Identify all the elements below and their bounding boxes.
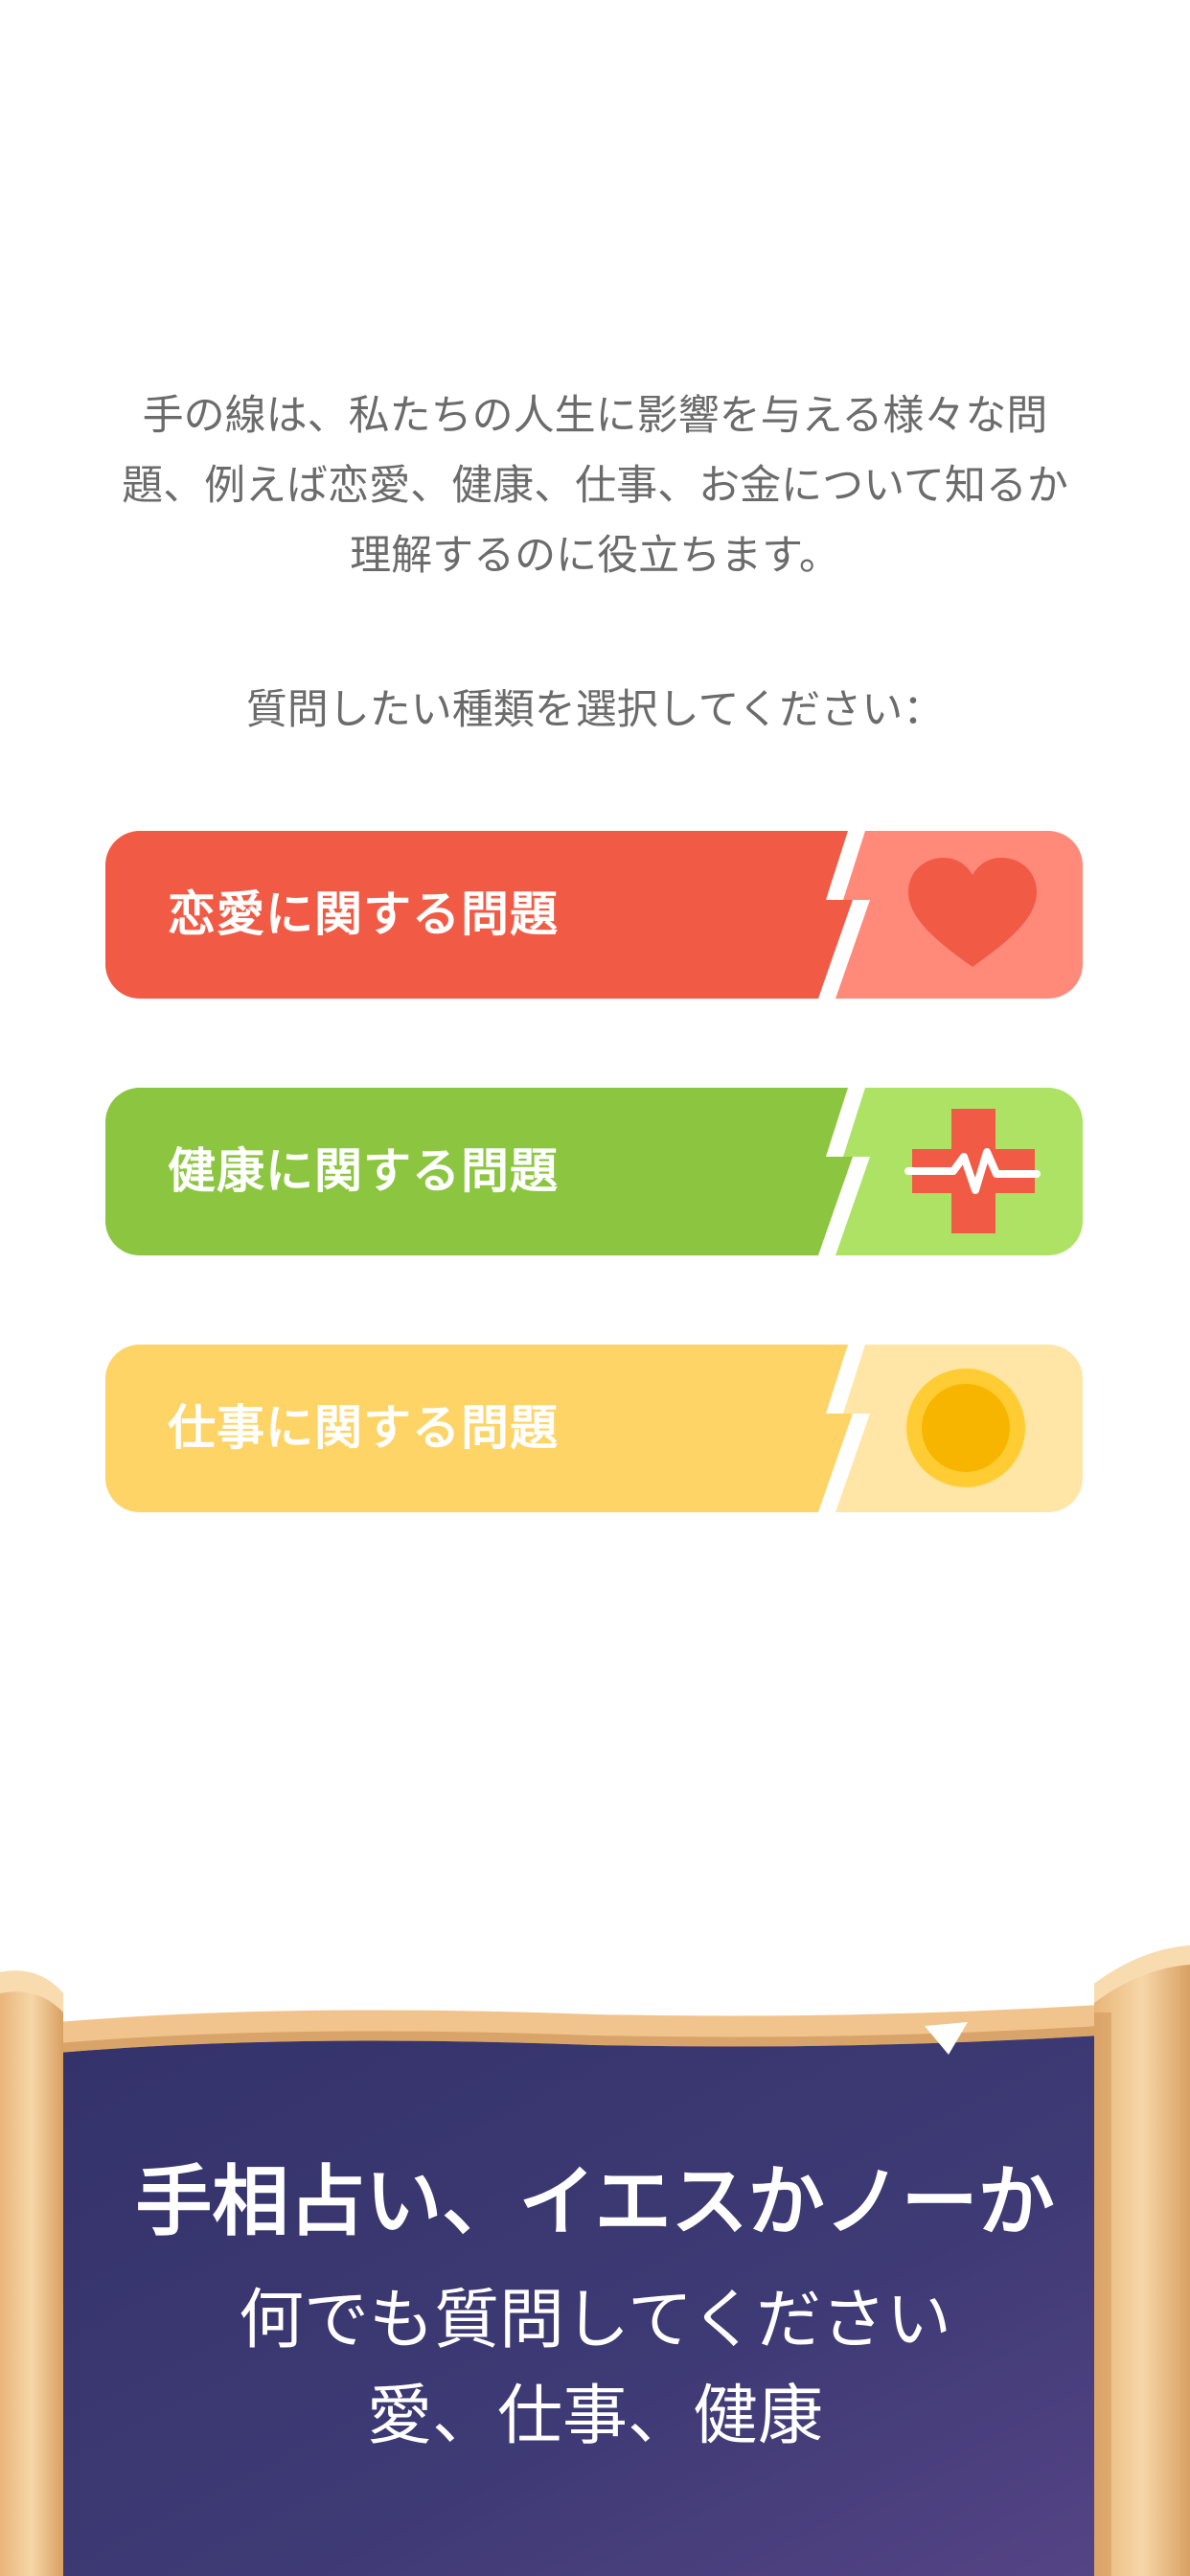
coin-icon (906, 1368, 1025, 1487)
intro-text: 手の線は、私たちの人生に影響を与える様々な問 題、例えば恋愛、健康、仕事、お金に… (67, 381, 1123, 591)
medical-cross-icon (904, 1109, 1041, 1233)
scroll-banner (0, 1926, 1190, 2576)
banner-subtitle-line-1: 何でも質問してください (239, 2283, 951, 2358)
intro-line-3: 理解するのに役立ちます。 (350, 532, 840, 580)
intro-line-1: 手の線は、私たちの人生に影響を与える様々な問 (142, 392, 1048, 440)
work-topic-button[interactable]: 仕事に関する問題 (105, 1345, 1083, 1512)
heart-icon (908, 858, 1037, 967)
select-prompt: 質問したい種類を選択してください： (245, 686, 945, 734)
banner-subtitle-line-2: 愛、仕事、健康 (366, 2379, 823, 2454)
scroll-graphic (0, 1945, 1190, 2576)
work-topic-label: 仕事に関する問題 (168, 1400, 559, 1456)
health-topic-label: 健康に関する問題 (168, 1143, 559, 1199)
love-topic-button[interactable]: 恋愛に関する問題 (105, 831, 1083, 999)
love-topic-label: 恋愛に関する問題 (168, 886, 559, 942)
banner-subtitle: 何でも質問してください 愛、仕事、健康 (0, 2273, 1190, 2465)
intro-line-2: 題、例えば恋愛、健康、仕事、お金について知るか (122, 462, 1068, 510)
banner-title: 手相占い、イエスかノーか (135, 2157, 1055, 2246)
health-topic-button[interactable]: 健康に関する問題 (105, 1088, 1083, 1255)
